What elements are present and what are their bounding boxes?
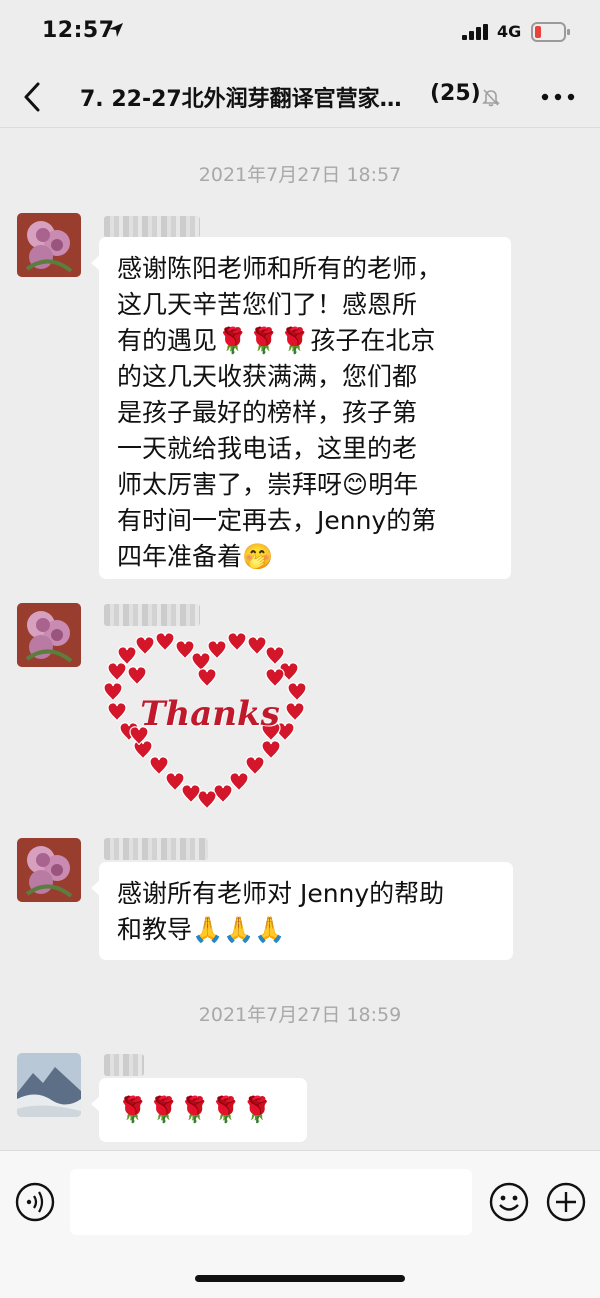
message-bubble[interactable]: 感谢陈阳老师和所有的老师， 这几天辛苦您们了！感恩所 有的遇见🌹🌹🌹孩子在北京 … <box>91 237 511 579</box>
signal-icon <box>462 24 488 40</box>
message-text-line: 这几天辛苦您们了！感恩所 <box>117 290 418 319</box>
mute-bell-icon <box>482 89 500 107</box>
thanks-heart-sticker[interactable]: Thanks <box>100 628 314 812</box>
sender-name-blurred <box>104 216 200 238</box>
battery-low-icon <box>531 22 570 42</box>
mountain-avatar-image <box>17 1053 81 1117</box>
message-timestamp: 2021年7月27日 18:59 <box>198 1004 402 1026</box>
avatar-rose[interactable] <box>17 838 81 902</box>
voice-input-icon[interactable] <box>14 1181 56 1223</box>
message-text-line: 的这几天收获满满，您们都 <box>117 362 418 391</box>
rose-avatar-image <box>17 838 81 902</box>
emoji-icon[interactable] <box>488 1181 530 1223</box>
message-text-line: 有时间一定再去，Jenny的第 <box>117 506 437 535</box>
plus-icon[interactable] <box>545 1181 587 1223</box>
message-input[interactable] <box>70 1169 472 1235</box>
back-chevron-icon[interactable] <box>18 80 46 114</box>
avatar-rose[interactable] <box>17 213 81 277</box>
message-text-line: 感谢陈阳老师和所有的老师， <box>117 254 443 283</box>
status-bar: 12:57 4G <box>0 0 600 66</box>
message-text-line: 一天就给我电话，这里的老 <box>117 434 418 463</box>
message-text-line: 师太厉害了，崇拜呀😊明年 <box>117 470 419 499</box>
message-text-line: 🌹🌹🌹🌹🌹 <box>117 1095 273 1124</box>
message-text-line: 有的遇见🌹🌹🌹孩子在北京 <box>117 326 436 355</box>
sender-name-blurred <box>104 604 200 626</box>
network-type: 4G <box>497 22 522 41</box>
status-time: 12:57 <box>42 18 115 43</box>
chat-title: 7. 22-27北外润芽翻译官营家… <box>80 87 402 112</box>
sender-name-blurred <box>104 1054 144 1076</box>
member-count: (25) <box>430 81 481 106</box>
message-text-line: 和教导🙏🙏🙏 <box>117 915 286 944</box>
message-text-line: 感谢所有老师对 Jenny的帮助 <box>117 879 445 908</box>
message-text-line: 是孩子最好的榜样，孩子第 <box>117 398 418 427</box>
avatar-rose[interactable] <box>17 603 81 667</box>
home-indicator[interactable] <box>195 1275 405 1282</box>
message-bubble[interactable]: 🌹🌹🌹🌹🌹 <box>91 1078 307 1142</box>
location-arrow-icon <box>109 23 123 37</box>
message-bubble[interactable]: 感谢所有老师对 Jenny的帮助 和教导🙏🙏🙏 <box>91 862 513 960</box>
sender-name-blurred <box>104 838 208 860</box>
message-text-line: 四年准备着🤭 <box>117 542 274 571</box>
rose-avatar-image <box>17 603 81 667</box>
sticker-text: Thanks <box>140 694 280 734</box>
chat-header: 7. 22-27北外润芽翻译官营家… (25) <box>0 66 600 128</box>
rose-avatar-image <box>17 213 81 277</box>
avatar-mountain[interactable] <box>17 1053 81 1117</box>
message-timestamp: 2021年7月27日 18:57 <box>198 164 402 186</box>
more-options-icon[interactable] <box>540 92 576 102</box>
